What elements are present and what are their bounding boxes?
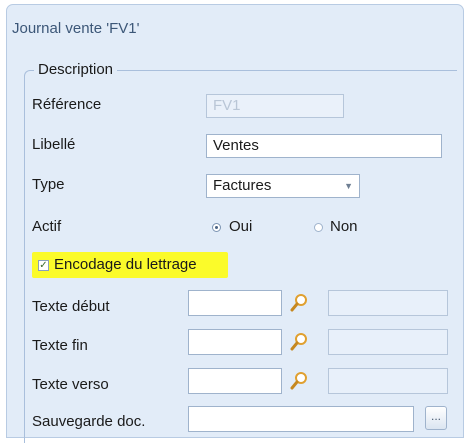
actif-oui-label[interactable]: Oui (229, 218, 252, 235)
chevron-down-icon: ▼ (344, 181, 353, 191)
actif-non-label[interactable]: Non (330, 218, 358, 235)
texte-debut-field[interactable] (188, 290, 282, 316)
texte-fin-search-button[interactable] (288, 331, 310, 353)
window-title: Journal vente 'FV1' (12, 20, 140, 37)
texte-debut-search-button[interactable] (288, 292, 310, 314)
actif-non-radio[interactable] (314, 223, 323, 232)
texte-verso-search-button[interactable] (288, 370, 310, 392)
texte-verso-label: Texte verso (32, 376, 109, 393)
search-icon (290, 372, 307, 390)
texte-debut-description (328, 290, 448, 316)
reference-label: Référence (32, 96, 102, 113)
sauvegarde-browse-button[interactable]: ... (425, 406, 447, 430)
encodage-checkbox[interactable]: ✓ (38, 260, 49, 271)
texte-fin-field[interactable] (188, 329, 282, 355)
actif-label: Actif (32, 218, 62, 235)
type-label: Type (32, 176, 65, 193)
texte-debut-label: Texte début (32, 298, 110, 315)
description-legend: Description (34, 61, 118, 78)
sauvegarde-field[interactable] (188, 406, 414, 432)
reference-field: FV1 (206, 94, 344, 118)
actif-oui-radio[interactable] (212, 223, 221, 232)
type-dropdown-value: Factures (213, 177, 272, 194)
texte-fin-description (328, 329, 448, 355)
libelle-label: Libellé (32, 136, 76, 153)
encodage-label[interactable]: Encodage du lettrage (54, 256, 197, 273)
libelle-field[interactable]: Ventes (206, 134, 442, 158)
search-icon (290, 294, 307, 312)
type-dropdown[interactable]: Factures ▼ (206, 174, 360, 198)
texte-verso-description (328, 368, 448, 394)
texte-fin-label: Texte fin (32, 337, 88, 354)
texte-verso-field[interactable] (188, 368, 282, 394)
search-icon (290, 333, 307, 351)
sauvegarde-label: Sauvegarde doc. (32, 413, 146, 430)
